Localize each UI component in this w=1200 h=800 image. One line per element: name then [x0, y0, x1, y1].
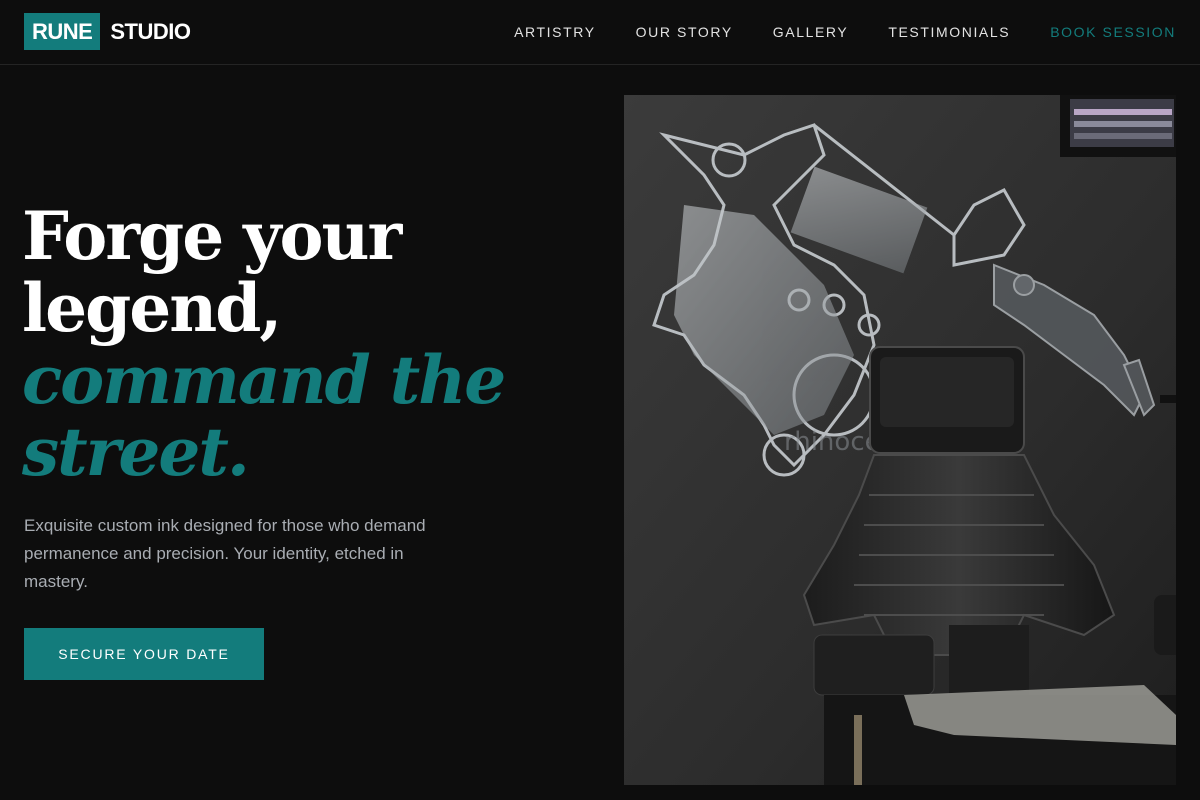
headline-line-1: Forge your [22, 197, 402, 275]
logo-box: RUNE [24, 13, 101, 50]
hero-image: rhinoceros.tokyo [624, 95, 1176, 785]
nav-artistry[interactable]: ARTISTRY [514, 24, 596, 40]
logo-text: STUDIO [110, 18, 191, 44]
nav-testimonials[interactable]: TESTIMONIALS [888, 24, 1010, 40]
site-header: RUNE STUDIO ARTISTRY OUR STORY GALLERY T… [0, 0, 1200, 65]
main-nav: ARTISTRY OUR STORY GALLERY TESTIMONIALS … [514, 0, 1176, 64]
nav-gallery[interactable]: GALLERY [773, 24, 849, 40]
page: RUNE STUDIO ARTISTRY OUR STORY GALLERY T… [0, 0, 1200, 800]
secure-date-button[interactable]: SECURE YOUR DATE [24, 628, 264, 680]
nav-our-story[interactable]: OUR STORY [636, 24, 733, 40]
hero-headline: Forge your legend, command the street. [22, 200, 582, 488]
hero-subtitle: Exquisite custom ink designed for those … [24, 516, 426, 591]
headline-line-4: street. [22, 413, 250, 491]
headline-line-2: legend, [22, 269, 282, 347]
nav-book-session[interactable]: BOOK SESSION [1050, 24, 1176, 40]
logo[interactable]: RUNE STUDIO [24, 13, 191, 50]
hero-image-illustration: rhinoceros.tokyo [624, 95, 1176, 785]
headline-line-3: command the [22, 341, 506, 419]
